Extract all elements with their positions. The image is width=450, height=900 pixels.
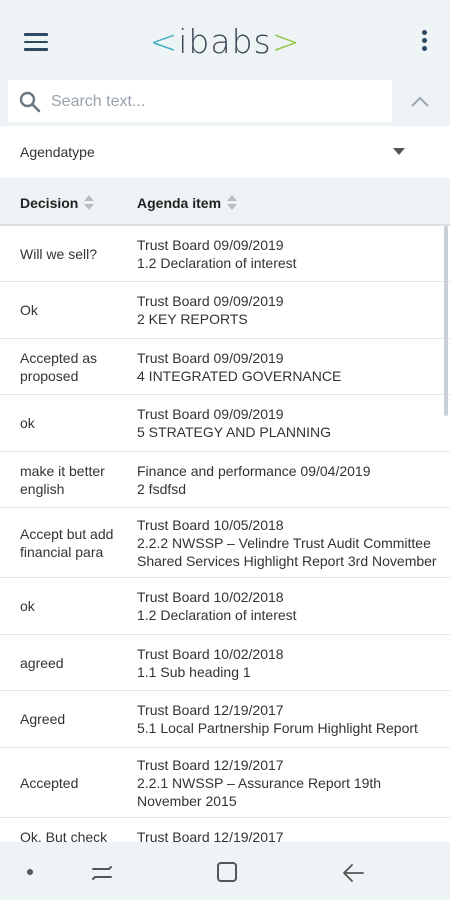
decision-text: ok [20, 415, 35, 431]
chevron-up-icon[interactable] [408, 90, 432, 114]
agenda-item-title: 4 INTEGRATED GOVERNANCE [137, 367, 342, 384]
agenda-item: Trust Board 12/19/2017 2.2.1 NWSSP – Assu… [137, 756, 427, 810]
agenda-item-title-cont: Shared Services Highlight Report 3rd Nov… [137, 552, 437, 569]
column-header-agenda-item[interactable]: Agenda item [137, 195, 238, 211]
table-row[interactable]: Ok Trust Board 09/09/2019 2 KEY REPORTS [0, 282, 450, 339]
table-row[interactable]: Accepted as proposed Trust Board 09/09/2… [0, 339, 450, 395]
meeting-title: Trust Board 10/02/2018 [137, 645, 284, 662]
decision-text: Ok. But check [20, 829, 108, 842]
meeting-title: Trust Board 12/19/2017 [137, 756, 284, 773]
agenda-item-title: 1.2 Declaration of interest [137, 607, 297, 623]
table-row[interactable]: Accepted Trust Board 12/19/2017 2.2.1 NWS… [0, 748, 450, 818]
table-row[interactable]: ok Trust Board 09/09/2019 5 STRATEGY AND … [0, 395, 450, 452]
decision-text: Ok [20, 302, 38, 318]
meeting-title: Trust Board 10/05/2018 [137, 516, 284, 533]
caret-down-icon [393, 148, 405, 155]
agenda-item: Trust Board 09/09/2019 2 KEY REPORTS [137, 292, 450, 328]
decision-list: Will we sell? Trust Board 09/09/2019 1.2 … [0, 226, 450, 842]
agendatype-dropdown[interactable]: Agendatype [0, 126, 450, 178]
agenda-item-title: 2.2.2 NWSSP – Velindre Trust Audit Commi… [137, 534, 431, 551]
app-bar: <ibabs> [0, 0, 450, 78]
agenda-item: Finance and performance 09/04/2019 2 fsdf… [137, 462, 450, 498]
agenda-item-title: 5 STRATEGY AND PLANNING [137, 424, 331, 440]
agenda-item-title: 2.2.1 NWSSP – Assurance Report 19th Nove… [137, 774, 382, 809]
meeting-title: Trust Board 12/19/2017 [137, 829, 284, 842]
meeting-title: Trust Board 10/02/2018 [137, 589, 284, 605]
back-arrow-icon[interactable] [341, 861, 365, 885]
decision-text: Will we sell? [20, 245, 98, 262]
agenda-item: Trust Board 09/09/2019 4 INTEGRATED GOVER… [137, 349, 450, 385]
column-header-decision[interactable]: Decision [20, 195, 95, 211]
decision-text: make it better english [20, 462, 105, 497]
sort-icon [84, 195, 95, 211]
sort-icon [227, 195, 238, 211]
agenda-item-title: 2 fsdfsd [137, 480, 187, 497]
search-input[interactable]: Search text... [8, 80, 392, 122]
agenda-item: Trust Board 10/02/2018 1.1 Sub heading 1 [137, 645, 450, 681]
meeting-title: Trust Board 09/09/2019 [137, 406, 284, 422]
decision-text: Accepted [20, 774, 79, 791]
agenda-item: Trust Board 09/09/2019 5 STRATEGY AND PLA… [137, 405, 450, 441]
agenda-item-title: 2 KEY REPORTS [137, 311, 248, 327]
table-header: Decision Agenda item [0, 178, 450, 226]
meeting-title: Trust Board 09/09/2019 [137, 236, 284, 253]
agenda-item: Trust Board 12/19/2017 [137, 828, 450, 842]
table-row[interactable]: Accept but add financial para Trust Boar… [0, 508, 450, 578]
nav-dot-icon [27, 869, 33, 875]
meeting-title: Finance and performance 09/04/2019 [137, 462, 371, 479]
meeting-title: Trust Board 09/09/2019 [137, 349, 284, 366]
agenda-item-title: 1.2 Declaration of interest [137, 254, 297, 271]
table-row[interactable]: agreed Trust Board 10/02/2018 1.1 Sub hea… [0, 635, 450, 691]
decision-text: agreed [20, 654, 64, 671]
search-placeholder: Search text... [51, 93, 146, 110]
agenda-item-title: 5.1 Local Partnership Forum Highlight Re… [137, 720, 418, 736]
table-row[interactable]: Agreed Trust Board 12/19/2017 5.1 Local P… [0, 691, 450, 748]
app-logo: <ibabs> [149, 22, 301, 61]
agenda-item: Trust Board 09/09/2019 1.2 Declaration of… [137, 236, 450, 272]
more-vertical-icon[interactable] [422, 30, 428, 54]
agenda-item-title: 1.1 Sub heading 1 [137, 663, 251, 680]
agendatype-label: Agendatype [20, 144, 95, 160]
decision-text: Accepted as proposed [20, 349, 98, 384]
table-row[interactable]: ok Trust Board 10/02/2018 1.2 Declaration… [0, 578, 450, 635]
table-row[interactable]: Will we sell? Trust Board 09/09/2019 1.2 … [0, 226, 450, 282]
decision-text: Accept but add financial para [20, 525, 114, 560]
table-row[interactable]: make it better english Finance and perfo… [0, 452, 450, 508]
decision-text: Agreed [20, 711, 66, 727]
search-bar: Search text... [0, 78, 450, 126]
recent-apps-icon[interactable] [90, 861, 114, 885]
agenda-item: Trust Board 12/19/2017 5.1 Local Partners… [137, 701, 450, 737]
home-icon[interactable] [216, 861, 238, 883]
search-icon [19, 91, 41, 113]
decision-text: ok [20, 598, 35, 614]
system-nav-bar [0, 842, 450, 900]
scrollbar[interactable] [444, 226, 448, 416]
agenda-item: Trust Board 10/05/2018 2.2.2 NWSSP – Veli… [137, 516, 450, 570]
agenda-item: Trust Board 10/02/2018 1.2 Declaration of… [137, 588, 450, 624]
meeting-title: Trust Board 12/19/2017 [137, 702, 284, 718]
table-row[interactable]: Ok. But check Trust Board 12/19/2017 [0, 818, 450, 842]
meeting-title: Trust Board 09/09/2019 [137, 293, 284, 309]
